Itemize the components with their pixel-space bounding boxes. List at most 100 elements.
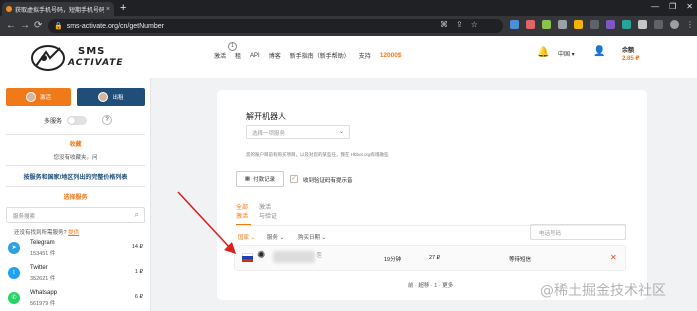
nav-api[interactable]: API: [250, 53, 260, 59]
service-select[interactable]: 选择一项服务 ⌄: [246, 125, 350, 139]
copy-icon[interactable]: ⎘: [317, 253, 322, 260]
not-found-row: 还没有找到所需服务? 提供: [6, 228, 145, 236]
column-label: 国家: [238, 235, 250, 241]
phone-search-input[interactable]: 电话号码: [530, 224, 626, 240]
telegram-icon: ➤: [8, 242, 20, 254]
extension-icon[interactable]: [590, 20, 599, 29]
translate-icon[interactable]: ⌘: [440, 20, 448, 29]
hint-text: 您的账户目前有购买项目，以及对您的某些任，我在 Hbbot.org有增融些: [246, 152, 389, 157]
service-count: 561979 件: [30, 301, 56, 307]
reload-button[interactable]: ⟳: [34, 18, 42, 34]
extension-icon[interactable]: [542, 20, 551, 29]
service-search-input[interactable]: 服务搜索 ⌕: [6, 207, 145, 223]
row-price: 27 ₽: [429, 255, 441, 261]
nav-guide[interactable]: 新手指南（新手帮助）: [290, 51, 350, 60]
service-item-twitter[interactable]: t Twitter 352621 件 1 ₽: [6, 264, 145, 288]
lock-icon: 🔒: [54, 23, 63, 30]
sidebar-tab-label: 出租: [112, 95, 124, 101]
window-controls: — ❐ ✕: [651, 2, 693, 11]
suggest-service-link[interactable]: 提供: [68, 230, 79, 236]
service-item-telegram[interactable]: ➤ Telegram 153451 件 14 ₽: [6, 239, 145, 263]
service-select-placeholder: 选择一项服务: [252, 131, 286, 137]
twitter-icon: t: [8, 267, 20, 279]
multiservice-toggle[interactable]: [67, 115, 88, 125]
minimize-button[interactable]: —: [651, 2, 659, 11]
service-price: 14 ₽: [131, 244, 143, 250]
logo-text-activate: ACTIVATE: [68, 58, 124, 68]
extension-icon[interactable]: [574, 20, 583, 29]
avatar: [98, 92, 109, 102]
browser-tab[interactable]: 获取虚拟手机号码，短期手机号码... ×: [2, 2, 114, 16]
nav-blog[interactable]: 博客: [269, 51, 281, 60]
nav-rent[interactable]: 租: [235, 51, 241, 60]
divider: [6, 186, 145, 187]
phone-number-blurred[interactable]: [273, 251, 315, 263]
sidebar-tab-activation[interactable]: 激活: [6, 88, 71, 106]
nav-activation[interactable]: 激活: [214, 51, 226, 60]
multiservice-row: 多服务 ?: [44, 115, 113, 125]
history-button[interactable]: ▦ 付款记录: [236, 171, 284, 187]
nav-support[interactable]: 支持: [359, 51, 371, 60]
tab-title: 获取虚拟手机号码，短期手机号码...: [15, 7, 104, 14]
balance-label: 余额: [622, 48, 635, 54]
avatar: [25, 92, 36, 102]
tab-label: 激活: [259, 205, 272, 211]
service-item-whatsapp[interactable]: ✆ Whatsapp 561979 件 6 ₽: [6, 289, 145, 311]
address-url[interactable]: sms-activate.org/cn/getNumber: [67, 23, 164, 30]
forward-button[interactable]: →: [20, 18, 30, 34]
column-service[interactable]: 服务 ⌄: [267, 233, 284, 241]
sound-checkbox[interactable]: ✓: [290, 175, 298, 183]
balance-value[interactable]: 2.85 ₽: [622, 55, 640, 62]
extension-icon[interactable]: [654, 20, 663, 29]
pagination[interactable]: 前 · 超移 · 1 · 更多: [408, 281, 453, 289]
language-select[interactable]: 中国 ▾: [558, 49, 575, 58]
row-duration: 19分钟: [384, 257, 402, 263]
browser-tab-strip: 获取虚拟手机号码，短期手机号码... × + — ❐ ✕: [0, 0, 697, 16]
cancel-icon[interactable]: ✕: [610, 253, 617, 262]
site-favicon-icon: [6, 6, 12, 12]
points-link[interactable]: 12000$: [380, 52, 402, 59]
search-icon[interactable]: ⌕: [135, 210, 139, 220]
browser-menu-icon[interactable]: ⋮: [686, 20, 695, 29]
extension-icon[interactable]: [526, 20, 535, 29]
service-name: Telegram: [30, 240, 55, 246]
bell-icon[interactable]: 🔔: [537, 47, 549, 58]
history-button-label: 付款记录: [253, 177, 276, 183]
tab-activation-verification[interactable]: 激活 与验证: [259, 202, 277, 220]
tab-all-activations[interactable]: 全部 激活: [236, 202, 248, 220]
extension-icon[interactable]: [558, 20, 567, 29]
sidebar: 激活 出租 多服务 ? 收藏 您没有收藏夹。问 按服务和国家/地区列出的完整价格…: [0, 78, 151, 311]
not-found-text: 还没有找到所需服务?: [14, 230, 67, 236]
column-label: 服务: [267, 235, 279, 241]
price-list-link[interactable]: 按服务和国家/地区列出的完整价格列表: [6, 172, 145, 181]
profile-avatar[interactable]: [670, 20, 679, 29]
extension-icon[interactable]: [510, 20, 519, 29]
address-bar[interactable]: 🔒 sms-activate.org/cn/getNumber: [48, 19, 503, 33]
favorites-empty-text: 您没有收藏夹。问: [53, 155, 98, 161]
tab-close-icon[interactable]: ×: [106, 6, 110, 13]
sidebar-tab-rent[interactable]: 出租: [77, 88, 145, 106]
site-logo[interactable]: SMS ACTIVATE: [30, 42, 130, 74]
new-tab-button[interactable]: +: [120, 1, 126, 15]
close-window-button[interactable]: ✕: [686, 2, 693, 11]
sound-checkbox-label: 收到验证码有提示音: [303, 178, 353, 184]
column-purchase-date[interactable]: 购买日期 ⌄: [298, 233, 326, 241]
share-icon[interactable]: ⇪: [456, 20, 463, 29]
browser-toolbar: ← → ⟳ 🔒 sms-activate.org/cn/getNumber ⌘ …: [0, 16, 697, 36]
maximize-button[interactable]: ❐: [669, 2, 676, 11]
divider: [6, 165, 145, 166]
extension-icon[interactable]: [622, 20, 631, 29]
column-country[interactable]: 国家 ⌄: [238, 233, 255, 241]
bookmark-star-icon[interactable]: ☆: [471, 20, 478, 29]
extension-icon[interactable]: [606, 20, 615, 29]
notification-count-badge: 1: [228, 42, 237, 51]
sidebar-tab-label: 激活: [39, 95, 51, 101]
openai-icon: ✺: [257, 250, 266, 261]
service-count: 352621 件: [30, 276, 56, 282]
extension-icon[interactable]: [638, 20, 647, 29]
user-icon[interactable]: 👤: [593, 46, 605, 57]
tab-label: 激活: [236, 214, 249, 220]
back-button[interactable]: ←: [6, 18, 16, 34]
russia-flag-icon: [242, 253, 253, 262]
help-icon[interactable]: ?: [102, 115, 113, 125]
